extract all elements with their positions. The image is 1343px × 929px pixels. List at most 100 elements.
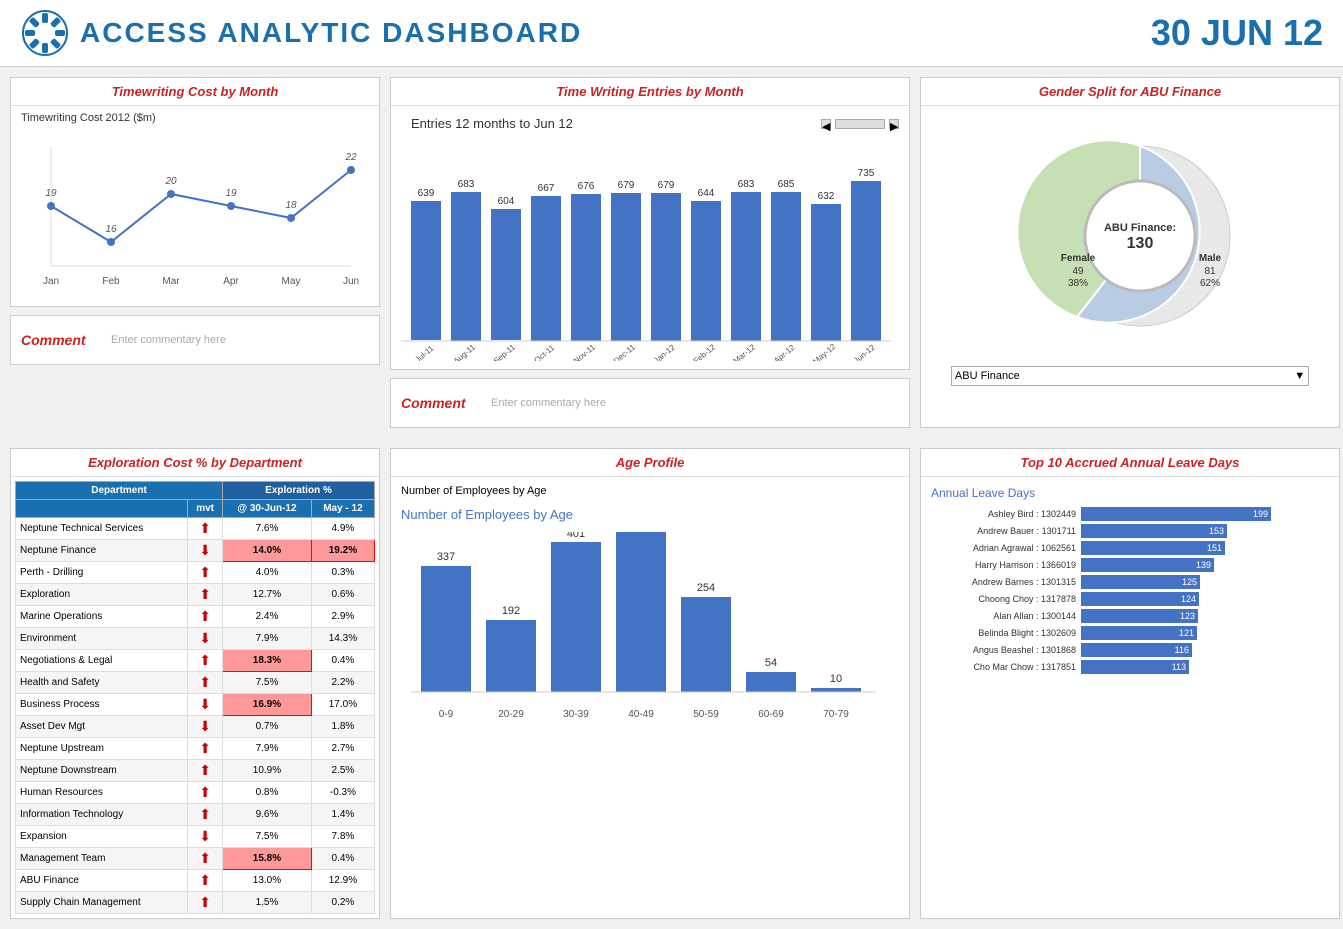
leave-value: 121 — [1179, 628, 1197, 638]
leave-bar: 113 — [1081, 660, 1189, 674]
entries-comment-label: Comment — [401, 395, 481, 411]
may-header: May - 12 — [311, 500, 374, 518]
svg-text:16: 16 — [105, 224, 117, 235]
svg-text:18: 18 — [285, 200, 297, 211]
svg-text:Jul-11: Jul-11 — [413, 343, 435, 361]
table-row: ⬆ — [188, 892, 223, 914]
svg-text:49: 49 — [1072, 266, 1084, 277]
leave-bar: 116 — [1081, 643, 1192, 657]
svg-text:19: 19 — [225, 188, 237, 199]
gender-dropdown[interactable]: ABU Finance ▼ — [951, 366, 1309, 386]
svg-text:Feb: Feb — [102, 276, 120, 287]
svg-text:676: 676 — [578, 181, 595, 192]
mvt-header: mvt — [188, 500, 223, 518]
jun-header: @ 30-Jun-12 — [223, 500, 312, 518]
leave-bar: 139 — [1081, 558, 1214, 572]
entries-comment-text: Enter commentary here — [491, 397, 606, 409]
entries-subtitle: Entries 12 months to Jun 12 — [401, 110, 583, 137]
scroll-track — [835, 119, 885, 129]
leave-bar: 121 — [1081, 626, 1197, 640]
age-title: Age Profile — [391, 449, 909, 477]
scroll-left-btn[interactable]: ◀ — [821, 119, 831, 129]
table-row: Neptune Downstream — [16, 760, 188, 782]
leave-bar: 153 — [1081, 524, 1227, 538]
age-profile-panel: Age Profile Number of Employees by Age N… — [390, 448, 910, 919]
table-row: 2.9% — [311, 606, 374, 628]
table-row: 17.0% — [311, 694, 374, 716]
svg-text:38%: 38% — [1068, 278, 1088, 289]
svg-text:604: 604 — [498, 196, 515, 207]
table-row: 2.7% — [311, 738, 374, 760]
table-row: 14.0% — [223, 540, 312, 562]
leave-name: Belinda Blight : 1302609 — [931, 628, 1076, 638]
annual-leave-panel: Top 10 Accrued Annual Leave Days Annual … — [920, 448, 1340, 919]
svg-text:632: 632 — [818, 191, 835, 202]
table-row: 7.9% — [223, 628, 312, 650]
svg-text:Apr-12: Apr-12 — [772, 343, 797, 361]
leave-bar: 125 — [1081, 575, 1200, 589]
table-row: 14.3% — [311, 628, 374, 650]
svg-text:639: 639 — [418, 188, 435, 199]
list-item: Belinda Blight : 1302609 121 — [931, 626, 1329, 640]
svg-text:Sep-11: Sep-11 — [492, 342, 518, 361]
table-row: Negotiations & Legal — [16, 650, 188, 672]
svg-text:22: 22 — [344, 152, 357, 163]
leave-name: Angus Beashel : 1301868 — [931, 645, 1076, 655]
svg-text:20: 20 — [164, 176, 177, 187]
list-item: Andrew Barnes : 1301315 125 — [931, 575, 1329, 589]
leave-value: 199 — [1253, 509, 1271, 519]
leave-bar: 123 — [1081, 609, 1198, 623]
table-row: ⬆ — [188, 804, 223, 826]
leave-value: 124 — [1181, 594, 1199, 604]
table-row: Asset Dev Mgt — [16, 716, 188, 738]
svg-text:ABU Finance:: ABU Finance: — [1104, 222, 1176, 234]
svg-text:Aug-11: Aug-11 — [452, 342, 478, 361]
svg-text:401: 401 — [567, 532, 585, 540]
table-row: ⬆ — [188, 870, 223, 892]
entries-comment-box: Comment Enter commentary here — [390, 378, 910, 428]
table-row: 19.2% — [311, 540, 374, 562]
table-row: 10.9% — [223, 760, 312, 782]
timewriting-comment-box: Comment Enter commentary here — [10, 315, 380, 365]
dept-header: Department — [16, 482, 223, 500]
logo-area: ACCESS ANALYTIC DASHBOARD — [20, 8, 582, 58]
exploration-panel: Exploration Cost % by Department Departm… — [10, 448, 380, 919]
time-entries-title: Time Writing Entries by Month — [391, 78, 909, 106]
table-row: 9.6% — [223, 804, 312, 826]
table-row: 1.8% — [311, 716, 374, 738]
table-row: 7.6% — [223, 518, 312, 540]
table-row: 13.0% — [223, 870, 312, 892]
svg-text:60-69: 60-69 — [758, 709, 784, 720]
leave-name: Choong Choy : 1317878 — [931, 594, 1076, 604]
table-row: 2.2% — [311, 672, 374, 694]
timewriting-panel: Timewriting Cost by Month Timewriting Co… — [10, 77, 380, 307]
table-row: ⬆ — [188, 562, 223, 584]
table-row: ⬆ — [188, 848, 223, 870]
table-row: ABU Finance — [16, 870, 188, 892]
scroll-right-btn[interactable]: ▶ — [889, 119, 899, 129]
svg-text:667: 667 — [538, 183, 555, 194]
list-item: Alan Allan : 1300144 123 — [931, 609, 1329, 623]
timewriting-chart-title: Timewriting Cost 2012 ($m) — [11, 106, 379, 126]
table-row: Supply Chain Management — [16, 892, 188, 914]
leave-value: 139 — [1196, 560, 1214, 570]
svg-text:254: 254 — [697, 582, 715, 594]
table-row: 0.4% — [311, 650, 374, 672]
table-row: 12.7% — [223, 584, 312, 606]
timewriting-comment-text: Enter commentary here — [111, 334, 226, 346]
logo-icon — [20, 8, 70, 58]
age-chart-svg: 337 0-9 192 20-29 401 30-39 428 40-49 25… — [401, 532, 881, 742]
leave-value: 153 — [1209, 526, 1227, 536]
list-item: Ashley Bird : 1302449 199 — [931, 507, 1329, 521]
svg-text:Feb-12: Feb-12 — [692, 342, 718, 361]
table-row: 0.8% — [223, 782, 312, 804]
table-row: ⬆ — [188, 650, 223, 672]
list-item: Cho Mar Chow : 1317851 113 — [931, 660, 1329, 674]
line-chart: 19 16 20 19 18 22 Jan Feb Mar Apr May Ju… — [21, 136, 361, 296]
table-row: Management Team — [16, 848, 188, 870]
svg-text:130: 130 — [1127, 235, 1154, 252]
leave-value: 113 — [1172, 662, 1189, 672]
table-row: 7.9% — [223, 738, 312, 760]
svg-text:30-39: 30-39 — [563, 709, 589, 720]
table-row: ⬆ — [188, 584, 223, 606]
